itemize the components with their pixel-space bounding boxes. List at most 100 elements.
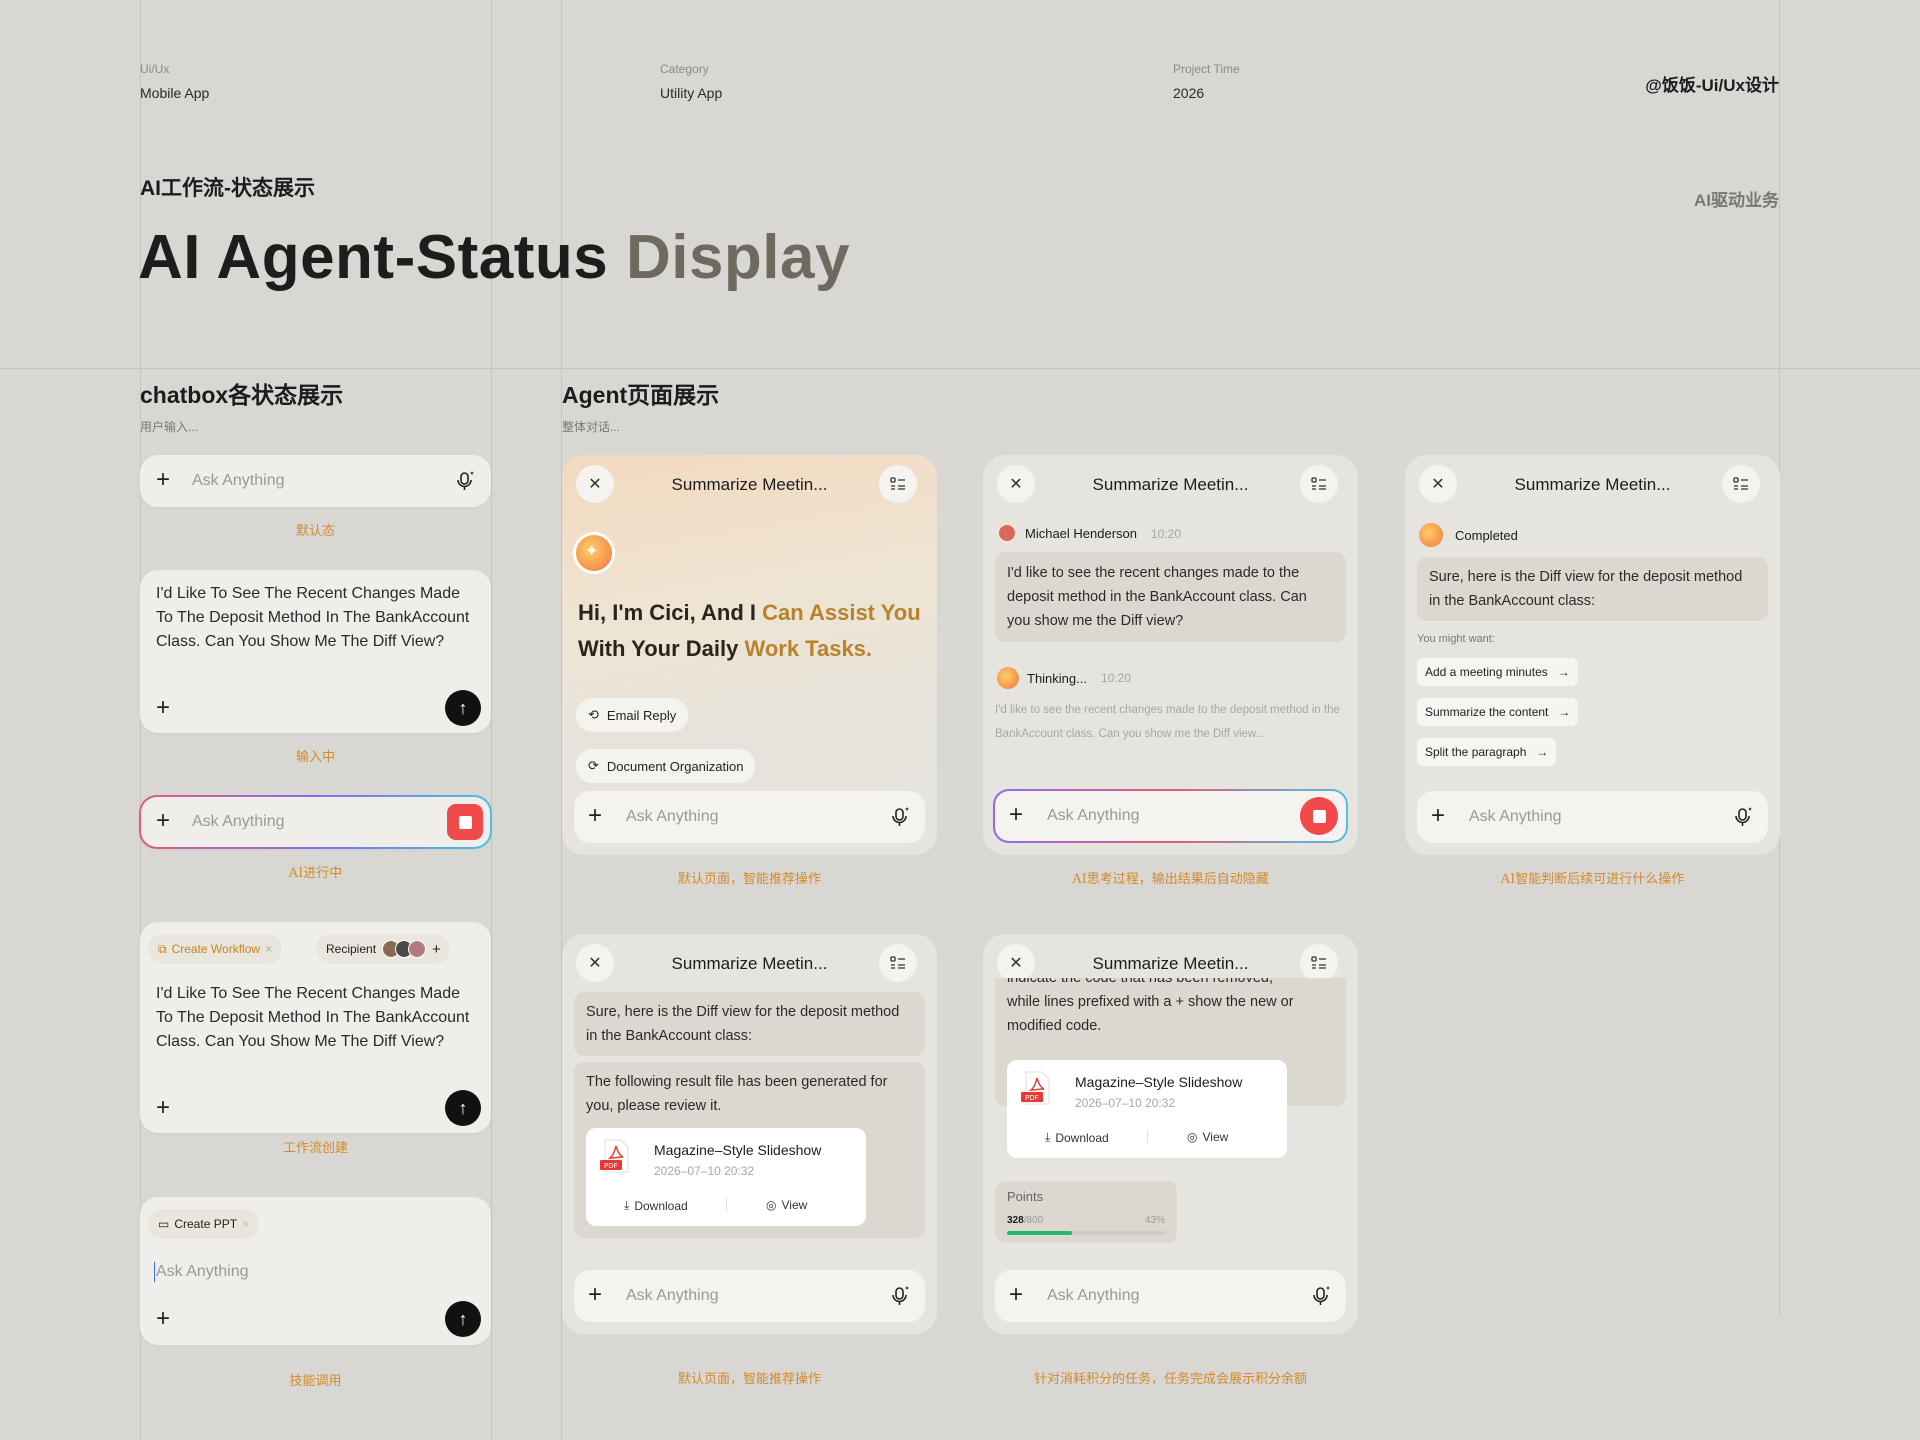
stop-button[interactable] — [447, 804, 483, 840]
suggestion-summarize[interactable]: Summarize the content → — [1417, 698, 1579, 726]
view-button[interactable]: ◎ View — [1187, 1130, 1228, 1144]
voice-icon[interactable] — [888, 805, 912, 829]
chat-input-placeholder[interactable]: Ask Anything — [1047, 807, 1140, 825]
list-icon — [1311, 956, 1326, 969]
caption-phone-result: 默认页面，智能推荐操作 — [677, 1372, 821, 1387]
ai-reply: Sure, here is the Diff view for the depo… — [1417, 557, 1768, 621]
uiux-label: Ui/Ux — [140, 62, 170, 76]
avatar-group — [382, 940, 427, 958]
recipient-chip[interactable]: Recipient + — [316, 934, 449, 964]
workflow-chip[interactable]: ⧉ Create Workflow × — [148, 934, 283, 964]
thinking-label: Thinking... — [1027, 671, 1087, 686]
chat-input-placeholder[interactable]: Ask Anything — [1469, 808, 1562, 826]
chat-input-placeholder[interactable]: Ask Anything — [156, 1263, 249, 1281]
chat-input-running[interactable]: + Ask Anything — [993, 789, 1348, 843]
typed-text[interactable]: I'd Like To See The Recent Changes Made … — [156, 582, 481, 654]
plus-icon[interactable]: + — [588, 804, 602, 828]
voice-icon[interactable] — [888, 1284, 912, 1308]
left-section-subtitle: 用户输入... — [140, 420, 199, 434]
voice-icon[interactable] — [1309, 1284, 1333, 1308]
plus-icon[interactable]: + — [156, 468, 170, 492]
grid-line — [491, 0, 492, 1440]
add-recipient-icon[interactable]: + — [432, 941, 441, 958]
plus-icon[interactable]: + — [588, 1283, 602, 1307]
chatbox-skill[interactable]: ▭ Create PPT × Ask Anything + ↑ — [140, 1197, 491, 1345]
close-icon[interactable]: × — [265, 942, 272, 956]
plus-icon[interactable]: + — [1431, 804, 1445, 828]
might-want-label: You might want: — [1417, 633, 1495, 645]
plus-icon[interactable]: + — [156, 809, 170, 833]
email-icon: ⟲ — [588, 707, 599, 722]
voice-icon[interactable] — [1731, 805, 1755, 829]
plus-icon[interactable]: + — [156, 1096, 170, 1120]
time-value: 2026 — [1173, 85, 1205, 101]
list-icon — [890, 956, 905, 969]
plus-icon[interactable]: + — [156, 1307, 170, 1331]
agent-phone-thinking: ✕ Summarize Meetin... Michael Henderson … — [983, 455, 1358, 855]
chip-document-organization[interactable]: ⟳ Document Organization — [576, 749, 756, 783]
chat-input-placeholder[interactable]: Ask Anything — [1047, 1287, 1140, 1305]
ppt-chip[interactable]: ▭ Create PPT × — [148, 1209, 260, 1239]
suggestion-meeting-minutes[interactable]: Add a meeting minutes → — [1417, 658, 1578, 686]
chatbox-ai-running[interactable]: + Ask Anything — [139, 795, 492, 849]
plus-icon[interactable]: + — [156, 696, 170, 720]
suggestion-label: Split the paragraph — [1425, 745, 1527, 759]
suggestion-label: Add a meeting minutes — [1425, 665, 1548, 679]
category-value: Utility App — [660, 85, 723, 101]
file-card[interactable]: PDF Magazine–Style Slideshow 2026–07–10 … — [586, 1128, 866, 1226]
chat-input[interactable]: + Ask Anything — [995, 1270, 1346, 1322]
points-progress-track — [1007, 1231, 1165, 1235]
file-date: 2026–07–10 20:32 — [654, 1164, 755, 1178]
caption-phone-completed: AI智能判断后续可进行什么操作 — [1500, 872, 1685, 887]
close-icon[interactable]: × — [242, 1217, 249, 1231]
chatbox-workflow[interactable]: ⧉ Create Workflow × Recipient + I'd Like T… — [140, 922, 491, 1133]
chip-email-reply[interactable]: ⟲ Email Reply — [576, 698, 689, 732]
stop-button[interactable] — [1300, 797, 1338, 835]
send-button[interactable]: ↑ — [445, 1090, 481, 1126]
points-count: 328/800 — [1007, 1215, 1044, 1226]
suggestion-split[interactable]: Split the paragraph → — [1417, 738, 1557, 766]
menu-button[interactable] — [1300, 465, 1338, 503]
time-label: Project Time — [1173, 62, 1240, 76]
right-section-subtitle: 整体对话... — [562, 420, 621, 434]
document-icon: ⟳ — [588, 758, 599, 773]
chatbox-typing[interactable]: I'd Like To See The Recent Changes Made … — [140, 570, 491, 733]
points-card: Points 328/800 43% — [995, 1181, 1177, 1243]
user-time: 10:20 — [1151, 527, 1182, 541]
chat-input[interactable]: + Ask Anything — [574, 791, 925, 843]
left-section-title: chatbox各状态展示 — [140, 382, 344, 408]
chat-input-placeholder[interactable]: Ask Anything — [626, 808, 719, 826]
chat-input-placeholder[interactable]: Ask Anything — [192, 472, 285, 490]
typed-text[interactable]: I'd Like To See The Recent Changes Made … — [156, 982, 481, 1054]
thinking-time: 10:20 — [1101, 671, 1132, 685]
menu-button[interactable] — [879, 944, 917, 982]
greeting-text: Hi, I'm Cici, And I Can Assist You With Y… — [578, 600, 921, 661]
view-icon: ◎ — [766, 1198, 777, 1212]
scrolled-text: while lines prefixed with a + show the n… — [1007, 994, 1294, 1034]
svg-text:PDF: PDF — [604, 1162, 618, 1170]
send-button[interactable]: ↑ — [445, 690, 481, 726]
chat-input[interactable]: + Ask Anything — [1417, 791, 1768, 843]
plus-icon[interactable]: + — [1009, 1283, 1023, 1307]
author-tag: @饭饭-Ui/Ux设计 — [1645, 76, 1779, 95]
chat-input-placeholder[interactable]: Ask Anything — [626, 1287, 719, 1305]
chatbox-default[interactable]: + Ask Anything — [140, 455, 491, 507]
menu-button[interactable] — [879, 465, 917, 503]
menu-button[interactable] — [1722, 465, 1760, 503]
arrow-right-icon: → — [1536, 745, 1549, 759]
file-card[interactable]: PDF Magazine–Style Slideshow 2026–07–10 … — [1007, 1060, 1287, 1158]
right-tag: AI驱动业务 — [1694, 191, 1779, 210]
ppt-chip-label: Create PPT — [174, 1217, 238, 1231]
chat-input-placeholder[interactable]: Ask Anything — [192, 813, 285, 831]
plus-icon[interactable]: + — [1009, 803, 1023, 827]
voice-icon[interactable] — [453, 469, 477, 493]
send-button[interactable]: ↑ — [445, 1301, 481, 1337]
chat-input[interactable]: + Ask Anything — [574, 1270, 925, 1322]
caption-default: 默认态 — [295, 524, 335, 539]
menu-button[interactable] — [1300, 944, 1338, 982]
view-button[interactable]: ◎ View — [766, 1198, 807, 1212]
download-button[interactable]: ⤓ Download — [624, 1198, 688, 1213]
pdf-icon: PDF — [600, 1139, 629, 1173]
caption-phone-points: 针对消耗积分的任务，任务完成会展示积分余额 — [1033, 1372, 1307, 1387]
download-button[interactable]: ⤓ Download — [1045, 1130, 1109, 1145]
